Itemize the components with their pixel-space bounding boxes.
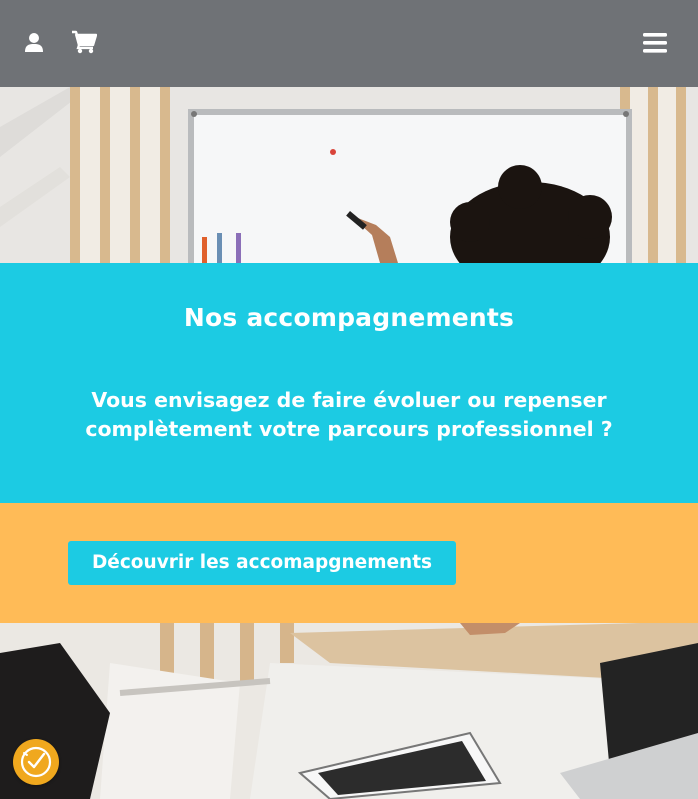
hamburger-menu-icon[interactable] xyxy=(643,33,667,53)
cta-section: Découvrir les accomapgnements xyxy=(0,503,698,623)
hero-image-whiteboard xyxy=(0,87,698,263)
cookie-consent-button[interactable] xyxy=(13,739,59,785)
section-subtitle: Vous envisagez de faire évoluer ou repen… xyxy=(85,388,613,441)
intro-section: Nos accompagnements Vous envisagez de fa… xyxy=(0,263,698,503)
consent-check-icon xyxy=(20,746,52,778)
site-header xyxy=(0,0,698,87)
cart-icon[interactable] xyxy=(71,30,98,54)
hero-image-desk xyxy=(0,623,698,799)
discover-services-button[interactable]: Découvrir les accomapgnements xyxy=(68,541,456,585)
section-title: Nos accompagnements xyxy=(183,303,515,332)
user-icon[interactable] xyxy=(24,32,44,54)
